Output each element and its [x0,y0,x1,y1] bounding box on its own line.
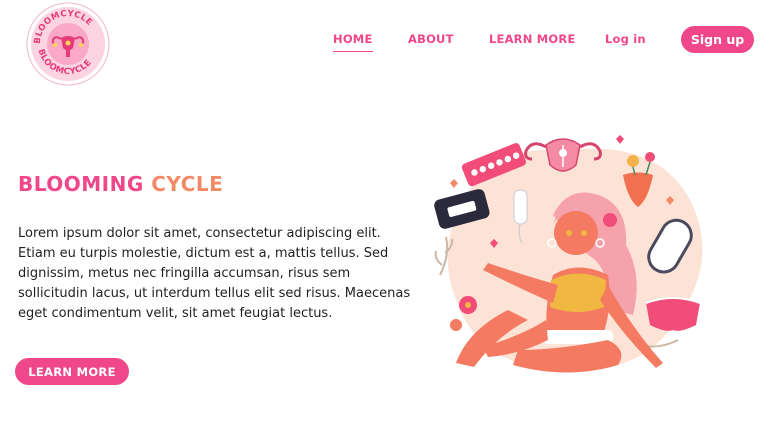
hero-title-blooming: BLOOMING [18,172,144,196]
nav-login[interactable]: Log in [605,32,646,46]
hero-title: BLOOMING CYCLE [18,172,223,196]
signup-button[interactable]: Sign up [681,26,754,53]
nav-home[interactable]: HOME [333,32,373,52]
hero-title-cycle: CYCLE [151,172,224,196]
hero-illustration [428,125,728,390]
underwear-icon [645,297,701,331]
nav-about[interactable]: ABOUT [408,32,454,46]
hero-description: Lorem ipsum dolor sit amet, consectetur … [18,226,411,321]
nav-learn-more[interactable]: LEARN MORE [489,32,576,46]
main-nav: HOME ABOUT LEARN MORE Log in [0,32,782,52]
learn-more-button[interactable]: LEARN MORE [15,358,129,385]
